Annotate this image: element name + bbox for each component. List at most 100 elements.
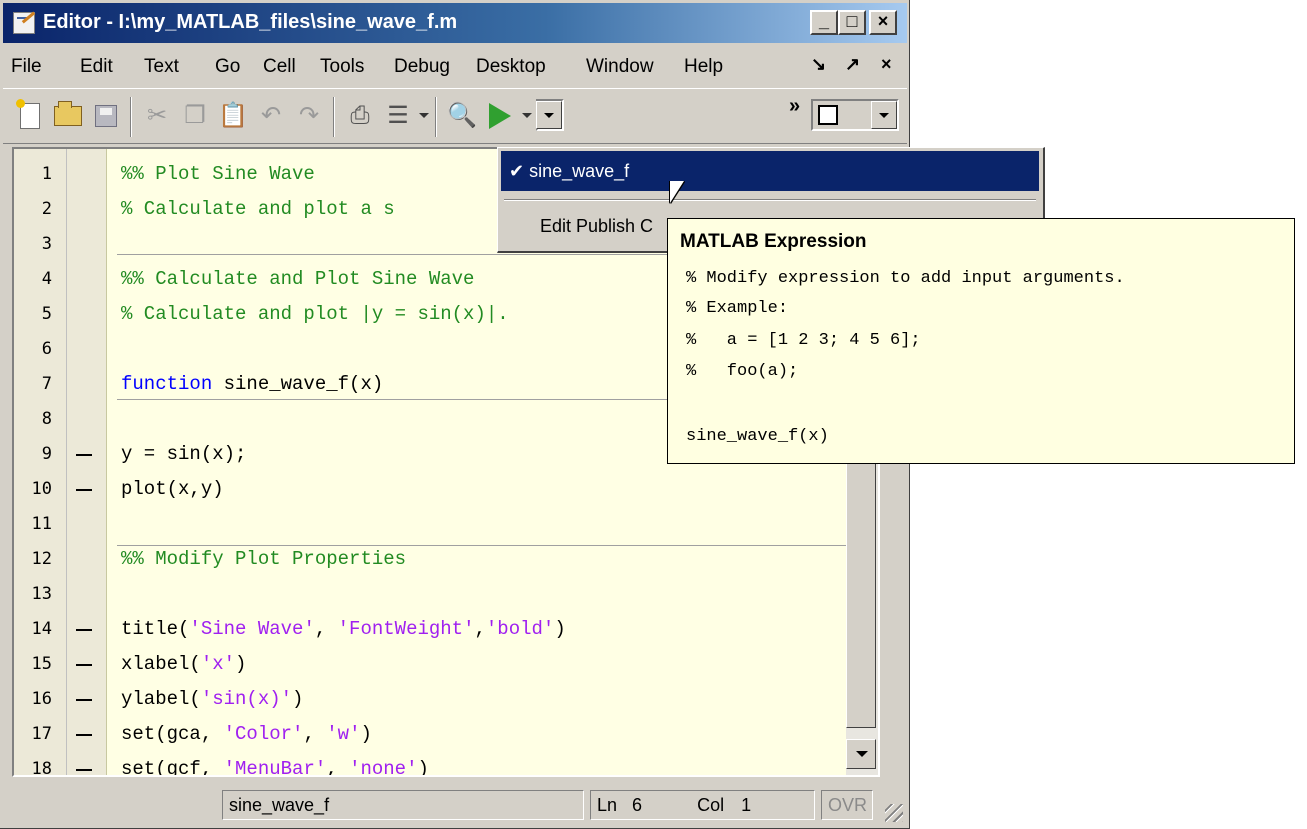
line-number: 10	[31, 479, 52, 499]
run-dropdown-icon[interactable]	[522, 113, 532, 118]
publish-button[interactable]: ☰	[381, 99, 415, 133]
title-bar[interactable]: Editor - I:\my_MATLAB_files\sine_wave_f.…	[3, 3, 907, 43]
cut-button[interactable]: ✂	[140, 99, 174, 133]
code-token: 'MenuBar'	[223, 758, 327, 777]
breakpoint-marker-icon[interactable]	[76, 699, 92, 701]
breakpoint-marker-icon[interactable]	[76, 769, 92, 771]
menu-tools[interactable]: Tools	[320, 56, 364, 78]
tooltip-line: % Modify expression to add input argumen…	[686, 269, 1125, 288]
menu-desktop[interactable]: Desktop	[476, 56, 546, 78]
code-token: )	[292, 688, 304, 710]
undock-icon[interactable]: ↗	[845, 54, 860, 75]
code-token: ,	[474, 618, 486, 640]
paste-button[interactable]: 📋	[216, 99, 250, 133]
close-document-icon[interactable]: ×	[881, 54, 892, 75]
code-text: %% Plot Sine Wave	[121, 157, 315, 192]
menu-cell[interactable]: Cell	[263, 56, 296, 78]
copy-icon: ❐	[184, 102, 206, 129]
code-line[interactable]: 11	[14, 507, 846, 542]
toolbar-separator	[130, 97, 132, 137]
redo-button[interactable]: ↷	[292, 99, 326, 133]
open-button[interactable]	[51, 99, 85, 133]
run-button[interactable]	[483, 99, 517, 133]
code-text: % Calculate and plot |y = sin(x)|.	[121, 297, 509, 332]
code-line[interactable]: 12 %% Modify Plot Properties	[14, 542, 846, 577]
chevron-down-icon	[536, 101, 562, 129]
code-line[interactable]: 17 set(gca, 'Color', 'w')	[14, 717, 846, 752]
code-token: set(gca,	[121, 723, 224, 745]
find-button[interactable]: 🔍	[445, 99, 479, 133]
code-line[interactable]: 13	[14, 577, 846, 612]
code-text: % Calculate and plot a s	[121, 192, 395, 227]
stack-combo[interactable]	[811, 99, 899, 131]
line-number: 9	[41, 444, 52, 464]
breakpoint-marker-icon[interactable]	[76, 629, 92, 631]
menu-edit[interactable]: Edit	[80, 56, 113, 78]
matlab-expression-tooltip: MATLAB Expression % Modify expression to…	[667, 218, 1295, 464]
column-value: 1	[741, 795, 752, 815]
code-line[interactable]: 15 xlabel('x')	[14, 647, 846, 682]
code-token: ,	[326, 758, 350, 777]
maximize-button[interactable]: □	[838, 10, 866, 35]
publish-dropdown-icon[interactable]	[419, 113, 429, 118]
copy-button[interactable]: ❐	[178, 99, 212, 133]
print-button[interactable]: ⎙	[343, 99, 377, 133]
code-token: title(	[121, 618, 190, 640]
tooltip-title: MATLAB Expression	[680, 231, 867, 252]
code-token: 'sin(x)'	[200, 688, 293, 710]
toolbar-separator	[435, 97, 437, 137]
breakpoint-marker-icon[interactable]	[76, 734, 92, 736]
code-token: %% Plot Sine Wave	[121, 163, 315, 185]
dropdown-separator	[504, 199, 1036, 201]
menu-window[interactable]: Window	[586, 56, 654, 78]
code-line[interactable]: 16 ylabel('sin(x)')	[14, 682, 846, 717]
save-button[interactable]	[89, 99, 123, 133]
line-number: 18	[31, 759, 52, 777]
code-token: )	[417, 758, 429, 777]
undo-button[interactable]: ↶	[254, 99, 288, 133]
close-button[interactable]: ×	[869, 10, 897, 35]
save-icon	[95, 105, 117, 127]
code-token: y = sin(x);	[121, 443, 247, 465]
menu-go[interactable]: Go	[215, 56, 240, 78]
run-icon	[489, 103, 511, 129]
code-text: y = sin(x);	[121, 437, 246, 472]
dropdown-item-label: ✔ sine_wave_f	[509, 161, 630, 181]
scroll-down-button[interactable]	[846, 739, 876, 769]
minimize-button[interactable]: _	[810, 10, 838, 35]
code-line[interactable]: 10 plot(x,y)	[14, 472, 846, 507]
code-line[interactable]: 18 set(gcf, 'MenuBar', 'none')	[14, 752, 846, 777]
code-token: 'FontWeight'	[337, 618, 475, 640]
code-text: %% Modify Plot Properties	[121, 542, 406, 577]
overwrite-indicator: OVR	[821, 790, 873, 820]
menu-bar: File Edit Text Go Cell Tools Debug Deskt…	[3, 47, 907, 85]
open-folder-icon	[54, 101, 82, 126]
dock-icon[interactable]: ↘	[811, 54, 826, 75]
dropdown-item-sine-wave-f[interactable]: ✔ sine_wave_f	[501, 151, 1039, 191]
code-text: title('Sine Wave', 'FontWeight','bold')	[121, 612, 566, 647]
dropdown-item-edit-publish-config[interactable]: Edit Publish C	[540, 216, 653, 237]
code-token: )	[235, 653, 247, 675]
menu-text[interactable]: Text	[144, 56, 179, 78]
code-text: ylabel('sin(x)')	[121, 682, 303, 717]
new-file-button[interactable]	[13, 99, 47, 133]
menu-file[interactable]: File	[11, 56, 42, 78]
breakpoint-marker-icon[interactable]	[76, 489, 92, 491]
resize-grip-icon[interactable]	[885, 804, 903, 822]
mouse-pointer-icon	[670, 181, 684, 203]
breakpoint-marker-icon[interactable]	[76, 454, 92, 456]
menu-help[interactable]: Help	[684, 56, 723, 78]
code-token: 'x'	[200, 653, 236, 675]
line-number: 2	[41, 199, 52, 219]
window-title: Editor - I:\my_MATLAB_files\sine_wave_f.…	[43, 11, 458, 33]
tooltip-expression: sine_wave_f(x)	[686, 427, 829, 446]
code-text: set(gca, 'Color', 'w')	[121, 717, 372, 752]
find-icon: 🔍	[447, 102, 477, 129]
menu-debug[interactable]: Debug	[394, 56, 450, 78]
code-token: ,	[303, 723, 327, 745]
code-token: set(gcf,	[121, 758, 224, 777]
run-config-combo[interactable]	[536, 99, 564, 131]
toolbar-overflow-icon[interactable]: »	[789, 95, 800, 118]
code-line[interactable]: 14 title('Sine Wave', 'FontWeight','bold'…	[14, 612, 846, 647]
breakpoint-marker-icon[interactable]	[76, 664, 92, 666]
